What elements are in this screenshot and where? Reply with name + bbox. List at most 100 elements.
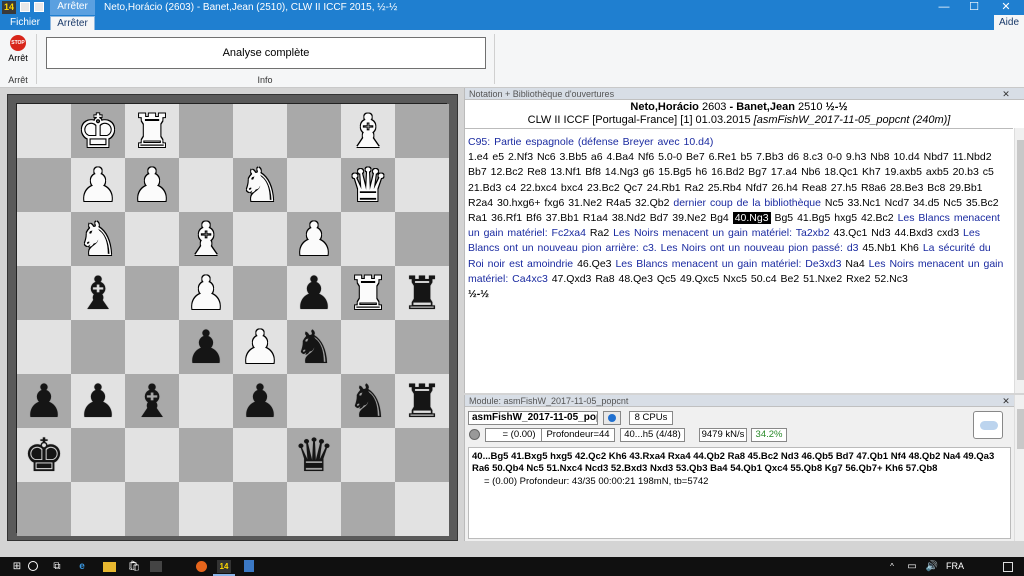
cpu-count[interactable]: 8 CPUs: [629, 411, 673, 425]
white-knight-icon[interactable]: ♞: [71, 212, 125, 266]
moves-text[interactable]: Ra2: [590, 227, 609, 239]
cloud-button[interactable]: [973, 411, 1003, 439]
notation-close-icon[interactable]: ✕: [1000, 88, 1012, 100]
board-square-b2[interactable]: [71, 428, 125, 482]
firefox-icon[interactable]: [196, 561, 207, 572]
board-square-c6[interactable]: [125, 212, 179, 266]
board-square-b4[interactable]: [71, 320, 125, 374]
board-square-h8[interactable]: [395, 104, 449, 158]
task-view-icon[interactable]: ⧉: [50, 560, 64, 573]
app-icon[interactable]: 14: [2, 1, 16, 14]
chess-app-icon[interactable]: 14: [217, 560, 231, 573]
white-bishop-icon[interactable]: ♝: [341, 104, 395, 158]
search-icon[interactable]: [28, 561, 38, 571]
board-square-a5[interactable]: [17, 266, 71, 320]
board-square-a1[interactable]: [17, 482, 71, 536]
black-pawn-icon[interactable]: ♟: [71, 374, 125, 428]
white-pawn-icon[interactable]: ♟: [179, 266, 233, 320]
stop-button[interactable]: STOP Arrêt: [4, 34, 32, 68]
board-square-c1[interactable]: [125, 482, 179, 536]
moves-text[interactable]: Bg5 41.Bg5 hxg5 42.Bc2: [774, 212, 893, 224]
board-square-d2[interactable]: [179, 428, 233, 482]
app-icon[interactable]: [150, 561, 162, 572]
black-pawn-icon[interactable]: ♟: [17, 374, 71, 428]
full-analysis-button[interactable]: Analyse complète: [46, 37, 486, 69]
engine-close-icon[interactable]: ✕: [1000, 395, 1012, 407]
moves-text[interactable]: Na4: [845, 258, 864, 270]
black-king-icon[interactable]: ♚: [17, 428, 71, 482]
network-icon[interactable]: ▭: [905, 560, 919, 573]
white-pawn-icon[interactable]: ♟: [71, 158, 125, 212]
board-square-a7[interactable]: [17, 158, 71, 212]
board-square-a8[interactable]: [17, 104, 71, 158]
board-square-f8[interactable]: [287, 104, 341, 158]
board-square-h6[interactable]: [395, 212, 449, 266]
black-pawn-icon[interactable]: ♟: [233, 374, 287, 428]
event-info[interactable]: CLW II ICCF [Portugal-France] [1] 01.03.…: [528, 114, 751, 126]
white-king-icon[interactable]: ♚: [71, 104, 125, 158]
board-square-f1[interactable]: [287, 482, 341, 536]
black-knight-icon[interactable]: ♞: [341, 374, 395, 428]
notation-scroll-thumb[interactable]: [1017, 140, 1024, 380]
board-square-g1[interactable]: [341, 482, 395, 536]
black-rook-icon[interactable]: ♜: [395, 266, 449, 320]
close-button[interactable]: ✕: [992, 0, 1020, 15]
notation-scrollbar[interactable]: [1014, 128, 1024, 393]
engine-scroll-thumb[interactable]: [1017, 409, 1024, 449]
board-square-g4[interactable]: [341, 320, 395, 374]
board-square-d1[interactable]: [179, 482, 233, 536]
black-pawn-icon[interactable]: ♟: [287, 266, 341, 320]
engine-name[interactable]: asmFishW_2017-11-05_popcnt: [468, 411, 598, 425]
minimize-button[interactable]: —: [930, 0, 958, 15]
edge-icon[interactable]: e: [75, 560, 89, 573]
board-square-d3[interactable]: [179, 374, 233, 428]
board-square-g6[interactable]: [341, 212, 395, 266]
white-rook-icon[interactable]: ♜: [125, 104, 179, 158]
white-player[interactable]: Neto,Horácio: [630, 101, 698, 113]
black-bishop-icon[interactable]: ♝: [125, 374, 179, 428]
current-move[interactable]: 40.Ng3: [732, 212, 771, 225]
quick-access-button[interactable]: [34, 2, 44, 12]
board-square-e2[interactable]: [233, 428, 287, 482]
white-pawn-icon[interactable]: ♟: [287, 212, 341, 266]
help-link[interactable]: Aide: [994, 15, 1024, 30]
opening-name[interactable]: C95: Partie espagnole (défense Breyer av…: [468, 135, 1008, 150]
board-square-a6[interactable]: [17, 212, 71, 266]
black-queen-icon[interactable]: ♛: [287, 428, 341, 482]
moves-text[interactable]: 46.Qe3: [577, 258, 611, 270]
move-list[interactable]: C95: Partie espagnole (défense Breyer av…: [468, 135, 1008, 302]
board-square-f7[interactable]: [287, 158, 341, 212]
tray-chevron-icon[interactable]: ^: [885, 560, 899, 573]
white-rook-icon[interactable]: ♜: [341, 266, 395, 320]
notes-icon[interactable]: [244, 560, 254, 572]
white-pawn-icon[interactable]: ♟: [233, 320, 287, 374]
moves-text[interactable]: 47.Qxd3 Ra8 48.Qe3 Qc5 49.Qxc5 Nxc5 50.c…: [552, 273, 908, 285]
tab-arreter[interactable]: Arrêter: [50, 16, 95, 30]
windows-start-icon[interactable]: ⊞: [10, 560, 24, 573]
board-square-h4[interactable]: [395, 320, 449, 374]
board-square-h1[interactable]: [395, 482, 449, 536]
notification-icon[interactable]: [1003, 562, 1013, 572]
chess-board[interactable]: ♚ ♜ ♝ ♟ ♟ ♞ ♛ ♞ ♝ ♟ ♝ ♟ ♟ ♜ ♜ ♟ ♟ ♞ ♟ ♟ ♝ ♟ ♞ ♜ ♚ ♛: [16, 103, 449, 536]
black-pawn-icon[interactable]: ♟: [179, 320, 233, 374]
engine-scrollbar[interactable]: [1014, 395, 1024, 541]
board-square-c4[interactable]: [125, 320, 179, 374]
board-square-g2[interactable]: [341, 428, 395, 482]
black-bishop-icon[interactable]: ♝: [71, 266, 125, 320]
board-square-a4[interactable]: [17, 320, 71, 374]
language-indicator[interactable]: FRA: [946, 557, 964, 576]
white-queen-icon[interactable]: ♛: [341, 158, 395, 212]
white-knight-icon[interactable]: ♞: [233, 158, 287, 212]
white-pawn-icon[interactable]: ♟: [125, 158, 179, 212]
board-square-c5[interactable]: [125, 266, 179, 320]
white-bishop-icon[interactable]: ♝: [179, 212, 233, 266]
black-rook-icon[interactable]: ♜: [395, 374, 449, 428]
volume-icon[interactable]: 🔊: [925, 560, 939, 573]
engine-toggle-button[interactable]: [603, 411, 621, 425]
board-square-h7[interactable]: [395, 158, 449, 212]
tab-file[interactable]: Fichier: [4, 15, 46, 30]
board-square-d7[interactable]: [179, 158, 233, 212]
moves-text[interactable]: 45.Nb1 Kh6: [862, 242, 918, 254]
board-square-e5[interactable]: [233, 266, 287, 320]
maximize-button[interactable]: ☐: [960, 0, 988, 15]
